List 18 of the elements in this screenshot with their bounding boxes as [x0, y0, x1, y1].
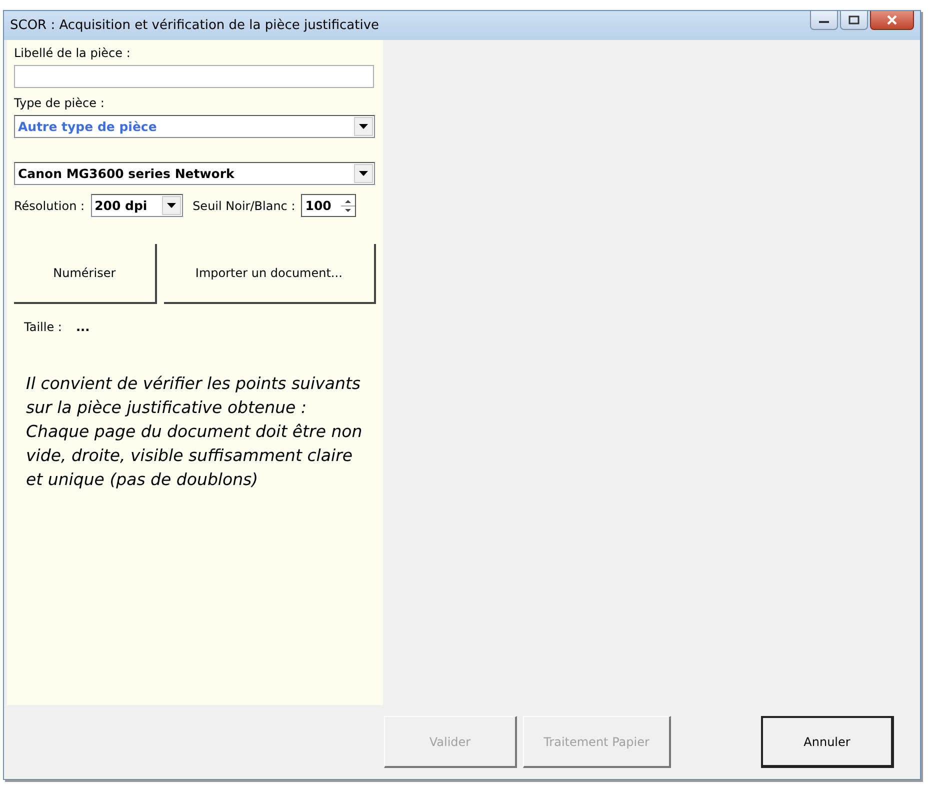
field-label: Seuil Noir/Blanc : [192, 198, 296, 212]
close-icon [886, 15, 898, 25]
instruction-text: Il convient de vérifier les points suivants sur la pièce justificative obtenue : [26, 373, 362, 419]
cancel-button[interactable]: Annuler [761, 716, 894, 768]
size-label: Taille : [24, 320, 62, 334]
maximize-icon [848, 15, 860, 25]
field-label: Résolution : [14, 198, 85, 212]
instruction-text: Chaque page du document doit être non vide, droite, visible suffisamment claire et unique (pas de doublons) [26, 421, 364, 491]
size-value: ... [76, 320, 90, 334]
scan-button[interactable]: Numériser [14, 244, 157, 304]
import-button[interactable]: Importer un document... [164, 244, 376, 304]
input-field[interactable] [14, 65, 374, 88]
field-label: Libellé de la pièce : [14, 46, 132, 60]
maximize-button[interactable] [840, 11, 868, 30]
field-label: Type de pièce : [14, 96, 106, 110]
window-title: SCOR : Acquisition et vérification de la pièce justificative [10, 18, 380, 33]
minimize-button[interactable] [810, 11, 838, 30]
close-button[interactable] [870, 11, 914, 30]
